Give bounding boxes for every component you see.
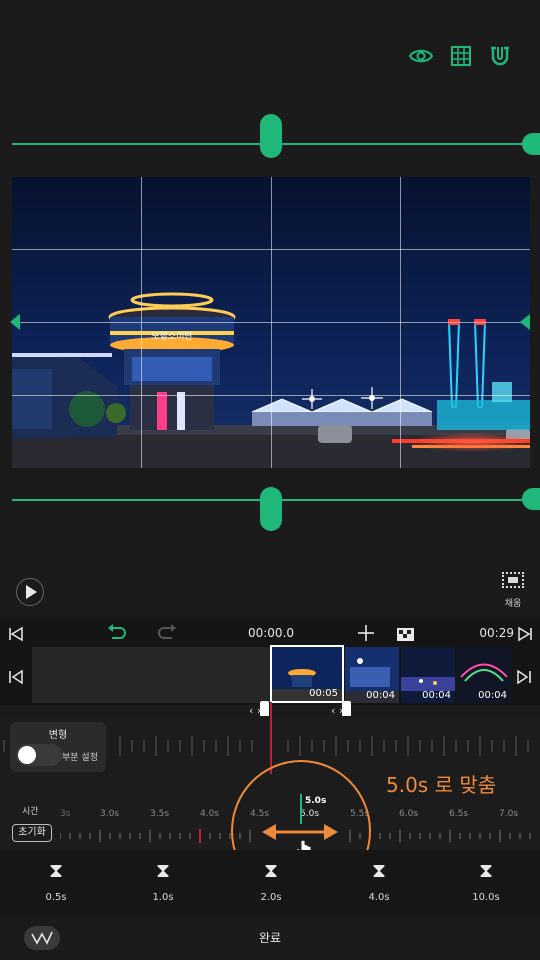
hourglass-icon: ⧗ xyxy=(478,858,494,882)
clip-thumb[interactable]: 00:04 xyxy=(401,647,455,703)
preset-label: 2.0s xyxy=(260,892,282,903)
time-tick-label: 6.0s xyxy=(399,809,419,819)
bottom-right-handle[interactable] xyxy=(522,488,540,510)
preset-label: 10.0s xyxy=(472,892,500,903)
transform-panel: 변형 부분 설정 5.0s 로 맞춤 시간 초기화 3s 3.0s 3.5s 4… xyxy=(0,702,540,902)
hourglass-icon: ⧗ xyxy=(155,858,171,882)
play-button[interactable] xyxy=(16,578,44,606)
clip-duration: 00:04 xyxy=(366,690,395,701)
drag-arrow-icon[interactable] xyxy=(262,822,338,842)
eye-icon[interactable] xyxy=(408,44,434,68)
preset-2-0s[interactable]: ⧗ 2.0s xyxy=(236,858,306,903)
clip-duration: 00:05 xyxy=(309,688,338,699)
logo-icon xyxy=(31,931,53,945)
hourglass-icon: ⧗ xyxy=(263,858,279,882)
magnet-icon[interactable] xyxy=(489,44,511,68)
partial-toggle[interactable] xyxy=(16,744,62,766)
preset-1-0s[interactable]: ⧗ 1.0s xyxy=(128,858,198,903)
fill-button[interactable]: 채움 xyxy=(496,570,530,612)
clip-thumb[interactable]: 00:04 xyxy=(345,647,399,703)
grid-icon[interactable] xyxy=(450,45,472,67)
add-clip-button[interactable] xyxy=(356,623,376,643)
time-tick-label: 3.5s xyxy=(150,809,170,819)
timeline-control-bar: 00:00.0 00:29 xyxy=(0,618,540,648)
partial-label: 부분 설정 xyxy=(62,753,98,763)
building-sign: 모항소이란 xyxy=(151,330,192,342)
preset-label: 0.5s xyxy=(45,892,67,903)
clip-thumb-selected[interactable]: 00:05 xyxy=(270,645,344,703)
app-logo-button[interactable] xyxy=(24,926,60,950)
bottom-bar: 완료 xyxy=(0,916,540,960)
redo-icon[interactable] xyxy=(156,624,178,642)
time-label: 시간 xyxy=(22,807,39,817)
clip-duration: 00:04 xyxy=(422,690,451,701)
reset-button[interactable]: 초기화 xyxy=(12,824,52,842)
clip-strip: 00:05 00:04 00:04 00:04 xyxy=(0,645,540,705)
prev-clip-button[interactable] xyxy=(8,669,24,685)
current-time: 00:00.0 xyxy=(247,626,295,640)
time-tick-label: 3.0s xyxy=(100,809,120,819)
hourglass-icon: ⧗ xyxy=(48,858,64,882)
jump-end-button[interactable] xyxy=(517,626,533,642)
right-edge-handle[interactable] xyxy=(520,314,530,330)
preset-4-0s[interactable]: ⧗ 4.0s xyxy=(344,858,414,903)
bottom-position-handle[interactable] xyxy=(260,487,282,531)
playhead[interactable] xyxy=(270,702,272,774)
top-position-handle[interactable] xyxy=(260,114,282,158)
grid-line xyxy=(12,395,530,396)
hourglass-icon: ⧗ xyxy=(371,858,387,882)
top-right-handle[interactable] xyxy=(522,133,540,155)
jump-start-button[interactable] xyxy=(8,626,24,642)
annotation-text: 5.0s 로 맞춤 xyxy=(386,773,497,797)
left-edge-handle[interactable] xyxy=(10,314,20,330)
undo-icon[interactable] xyxy=(106,624,128,642)
play-icon xyxy=(26,585,37,599)
time-tick-label: 3s xyxy=(60,809,71,819)
fill-label: 채움 xyxy=(504,599,522,609)
done-button[interactable]: 완료 xyxy=(230,929,310,946)
next-clip-button[interactable] xyxy=(516,669,532,685)
preset-0-5s[interactable]: ⧗ 0.5s xyxy=(21,858,91,903)
preview-area: 모항소이란 채움 xyxy=(0,0,540,618)
preset-label: 1.0s xyxy=(152,892,174,903)
duration-presets: ⧗ 0.5s ⧗ 1.0s ⧗ 2.0s ⧗ 4.0s ⧗ 10.0s xyxy=(0,850,540,916)
grid-line xyxy=(12,249,530,250)
empty-track xyxy=(32,647,270,703)
preset-label: 4.0s xyxy=(368,892,390,903)
transition-icon[interactable] xyxy=(397,626,414,641)
transform-title: 변형 xyxy=(48,730,68,741)
transform-box: 변형 부분 설정 xyxy=(10,722,106,772)
end-time: 00:29 xyxy=(479,626,514,640)
time-tick-label: 7.0s xyxy=(499,809,519,819)
fill-icon xyxy=(502,572,524,588)
preview-image[interactable]: 모항소이란 xyxy=(12,177,530,468)
time-tick-label: 4.0s xyxy=(200,809,220,819)
clip-thumb[interactable]: 00:04 xyxy=(457,647,511,703)
preset-10-0s[interactable]: ⧗ 10.0s xyxy=(451,858,521,903)
grid-line xyxy=(12,322,530,323)
clip-duration: 00:04 xyxy=(478,690,507,701)
time-tick-label: 6.5s xyxy=(449,809,469,819)
